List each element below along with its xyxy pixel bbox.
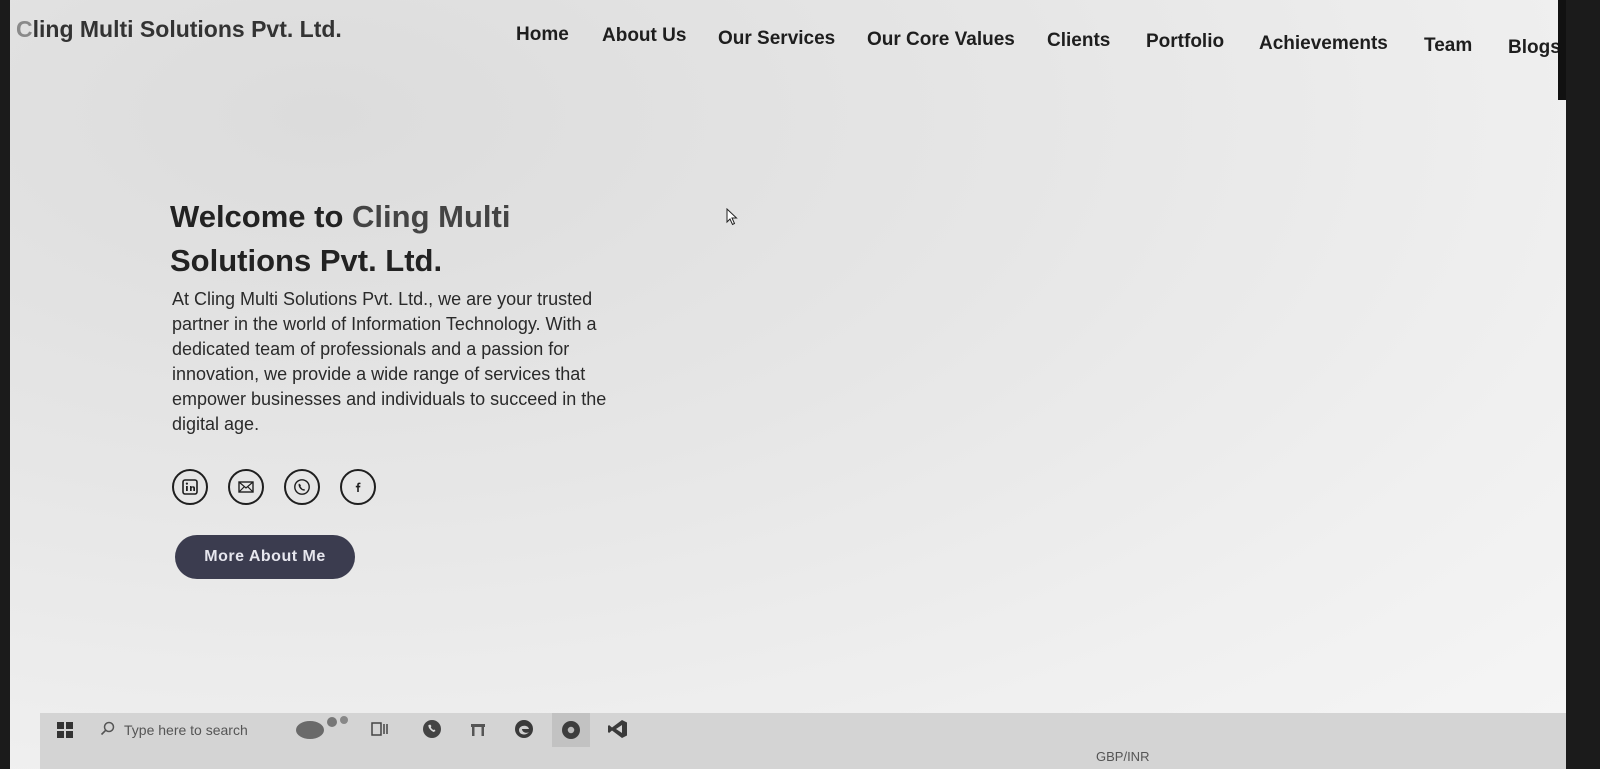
whatsapp-icon: [423, 720, 441, 738]
facebook-icon: [355, 482, 361, 492]
nav-clients[interactable]: Clients: [1047, 30, 1110, 52]
nav-portfolio[interactable]: Portfolio: [1146, 31, 1224, 53]
social-links: [172, 469, 690, 505]
search-highlight-icon[interactable]: [290, 707, 354, 743]
start-button[interactable]: [54, 719, 76, 741]
nav-home[interactable]: Home: [516, 24, 569, 46]
hero-description: At Cling Multi Solutions Pvt. Ltd., we a…: [172, 289, 607, 434]
hero-title: Welcome to Cling Multi Solutions Pvt. Ltd…: [170, 195, 550, 283]
nav-our-services[interactable]: Our Services: [718, 28, 835, 50]
app-taskbar-button[interactable]: [466, 717, 490, 741]
search-icon: [100, 721, 115, 736]
whatsapp-taskbar-button[interactable]: [418, 715, 446, 743]
window-edge: [1558, 0, 1566, 100]
chrome-icon: [562, 721, 580, 739]
nav-achievements[interactable]: Achievements: [1259, 33, 1388, 55]
facebook-link[interactable]: [340, 469, 376, 505]
taskbar-search-box[interactable]: [96, 717, 120, 741]
linkedin-link[interactable]: [172, 469, 208, 505]
nav-our-core-values[interactable]: Our Core Values: [867, 29, 1015, 51]
phone-link[interactable]: [284, 469, 320, 505]
browser-viewport: Cling Multi Solutions Pvt. Ltd. Home Abo…: [10, 0, 1566, 769]
taskbar-search-placeholder[interactable]: Type here to search: [124, 722, 248, 738]
nav-team[interactable]: Team: [1424, 35, 1472, 57]
edge-taskbar-button[interactable]: [510, 715, 538, 743]
main-nav: Home About Us Our Services Our Core Valu…: [10, 24, 1566, 64]
app-icon: [471, 724, 485, 736]
windows-taskbar: Type here to search GBP/INR: [40, 713, 1566, 769]
hero-title-accent: Cling Multi: [352, 199, 511, 234]
currency-ticker[interactable]: GBP/INR: [1096, 749, 1149, 764]
hero-section: Welcome to Cling Multi Solutions Pvt. Ltd…: [170, 195, 690, 579]
phone-icon: [294, 479, 310, 495]
mail-icon: [238, 481, 254, 493]
weather-illustration-icon: [296, 716, 348, 739]
vscode-icon: [608, 720, 627, 738]
more-about-me-button[interactable]: More About Me: [175, 535, 355, 579]
mail-link[interactable]: [228, 469, 264, 505]
task-view-button[interactable]: [368, 717, 392, 741]
windows-logo-icon: [57, 722, 73, 738]
chrome-taskbar-button[interactable]: [552, 713, 590, 747]
vscode-taskbar-button[interactable]: [604, 715, 632, 743]
task-view-icon: [371, 722, 388, 736]
hero-title-start: Welcome to: [170, 199, 353, 234]
linkedin-icon: [182, 479, 198, 495]
hero-title-end: Solutions Pvt. Ltd.: [170, 243, 443, 278]
nav-blogs[interactable]: Blogs: [1508, 37, 1561, 59]
edge-browser-icon: [515, 720, 533, 738]
site-header: Cling Multi Solutions Pvt. Ltd. Home Abo…: [10, 0, 1566, 100]
mouse-cursor-icon: [726, 208, 738, 226]
nav-about-us[interactable]: About Us: [602, 25, 686, 47]
